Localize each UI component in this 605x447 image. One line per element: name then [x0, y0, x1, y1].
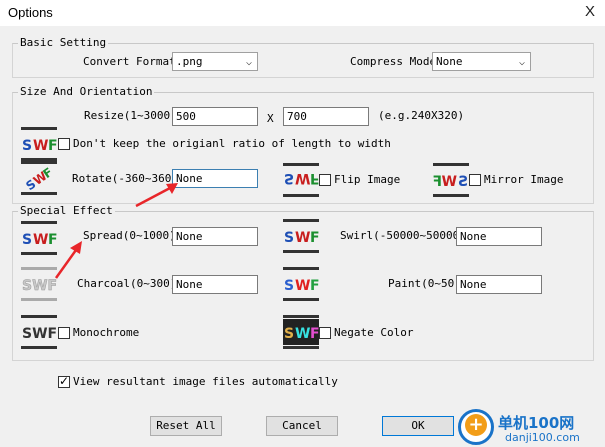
compress-mode-select[interactable]: None ⌵ [432, 52, 531, 71]
svg-text:S: S [22, 138, 32, 154]
size-orientation-label: Size And Orientation [18, 85, 155, 98]
red-arrow-annotation [135, 183, 178, 208]
svg-text:W: W [442, 174, 457, 190]
monochrome-swf-icon: SWF [21, 315, 57, 349]
watermark-site-url: danji100.com [505, 431, 580, 444]
svg-text:W: W [295, 170, 310, 186]
svg-text:W: W [33, 232, 48, 248]
swirl-swf-icon: S W F [283, 219, 320, 253]
resize-x-label: X [267, 112, 274, 125]
svg-text:S: S [458, 174, 468, 190]
swirl-label: Swirl(-50000~50000) [340, 229, 466, 242]
basic-setting-label: Basic Setting [18, 36, 109, 49]
flip-image-icon: S W F [283, 163, 320, 197]
svg-text:F: F [310, 278, 320, 294]
compress-mode-label: Compress Mode [350, 55, 437, 68]
charcoal-swf-icon: SWF [21, 267, 57, 301]
negate-color-label: Negate Color [334, 326, 414, 339]
mirror-image-icon: S W F [432, 163, 469, 197]
plus-icon: + [465, 414, 487, 436]
flip-image-label: Flip Image [334, 173, 401, 186]
svg-text:S: S [22, 232, 32, 248]
spread-label: Spread(0~1000) [83, 229, 176, 242]
keep-ratio-checkbox[interactable] [58, 138, 70, 150]
svg-text:S: S [284, 278, 294, 294]
convert-format-value: .png [176, 55, 203, 68]
mirror-image-label: Mirror Image [484, 173, 564, 186]
reset-all-button[interactable]: Reset All [150, 416, 222, 436]
paint-swf-icon: S W F [283, 267, 320, 301]
svg-text:F: F [432, 174, 442, 190]
title-bar [0, 0, 605, 26]
compress-mode-value: None [436, 55, 463, 68]
cancel-button[interactable]: Cancel [266, 416, 338, 436]
svg-text:W: W [295, 278, 310, 294]
special-effect-label: Special Effect [18, 204, 115, 217]
chevron-down-icon: ⌵ [245, 57, 252, 68]
swirl-input[interactable]: None [456, 227, 542, 246]
resize-height-input[interactable]: 700 [283, 107, 369, 126]
svg-text:F: F [48, 138, 58, 154]
charcoal-input[interactable]: None [172, 275, 258, 294]
mirror-image-checkbox[interactable] [469, 174, 481, 186]
monochrome-label: Monochrome [73, 326, 140, 339]
view-auto-label: View resultant image files automatically [73, 375, 338, 388]
paint-label: Paint(0~50) [388, 277, 461, 290]
close-button[interactable]: X [580, 2, 600, 22]
svg-text:S: S [284, 326, 294, 342]
resize-example: (e.g.240X320) [378, 109, 465, 122]
svg-text:W: W [33, 138, 48, 154]
monochrome-checkbox[interactable] [58, 327, 70, 339]
convert-format-select[interactable]: .png ⌵ [172, 52, 258, 71]
svg-text:W: W [295, 230, 310, 246]
ok-button[interactable]: OK [382, 416, 454, 436]
charcoal-label: Charcoal(0~300) [77, 277, 177, 290]
swf-icon: S W F [21, 127, 58, 161]
resize-label: Resize(1~3000) [84, 109, 177, 122]
svg-text:SWF: SWF [22, 278, 57, 294]
svg-text:S: S [284, 170, 294, 186]
watermark-site-cn: 单机100网 [498, 414, 575, 432]
spread-input[interactable]: None [172, 227, 258, 246]
svg-text:S: S [284, 230, 294, 246]
rotate-swf-icon: S W F [21, 161, 57, 195]
window-title: Options [8, 5, 53, 20]
negate-color-swf-icon: S W F [283, 315, 320, 349]
resize-width-input[interactable]: 500 [172, 107, 258, 126]
view-auto-checkbox[interactable] [58, 374, 70, 388]
watermark-logo: + [458, 409, 494, 445]
svg-text:F: F [310, 230, 320, 246]
flip-image-checkbox[interactable] [319, 174, 331, 186]
chevron-down-icon: ⌵ [518, 57, 525, 68]
paint-input[interactable]: None [456, 275, 542, 294]
svg-text:SWF: SWF [22, 326, 57, 342]
rotate-input[interactable]: None [172, 169, 258, 188]
negate-color-checkbox[interactable] [319, 327, 331, 339]
keep-ratio-label: Don't keep the origianl ratio of length … [73, 137, 391, 150]
convert-format-label: Convert Format [83, 55, 176, 68]
svg-text:W: W [295, 326, 310, 342]
